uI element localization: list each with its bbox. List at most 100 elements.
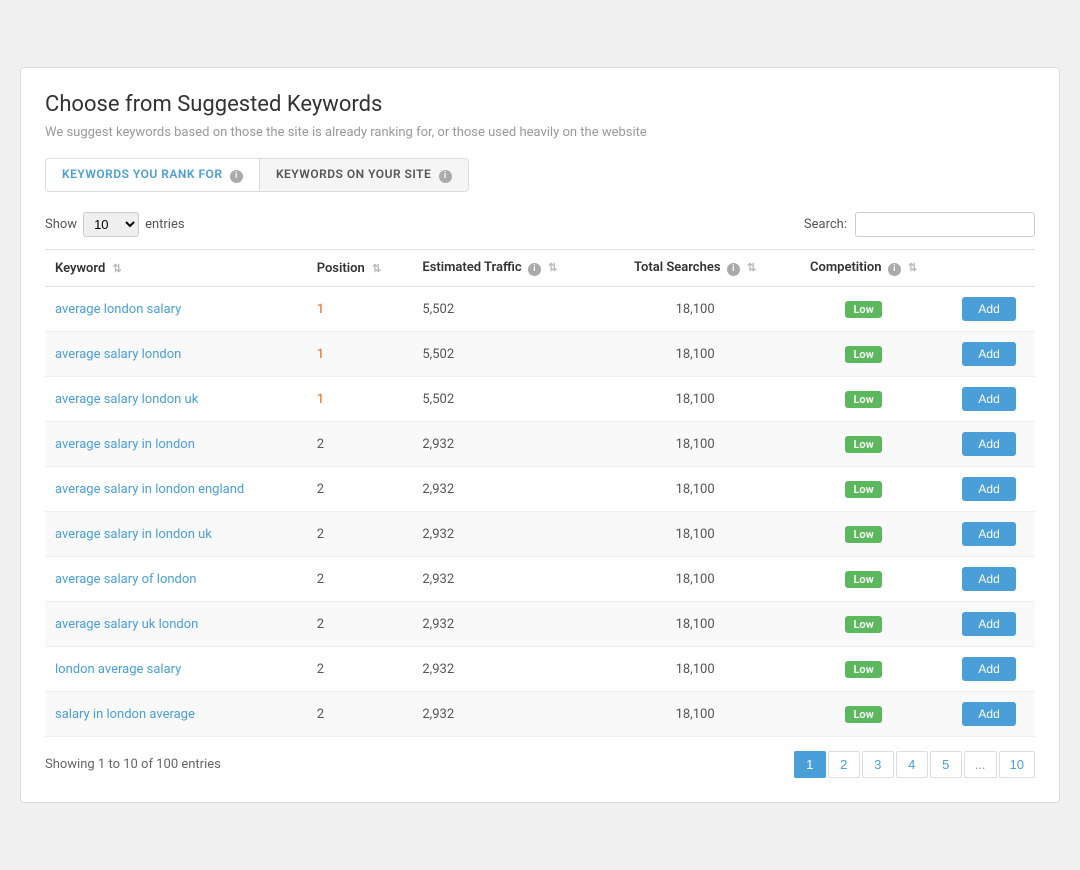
traffic-info-icon[interactable]: i xyxy=(528,263,541,276)
sort-competition-icon[interactable]: ⇅ xyxy=(908,261,917,274)
searches-info-icon[interactable]: i xyxy=(727,263,740,276)
cell-traffic: 2,932 xyxy=(412,422,606,467)
cell-competition: Low xyxy=(784,287,943,332)
sort-keyword-icon[interactable]: ⇅ xyxy=(113,262,122,275)
competition-badge: Low xyxy=(845,571,881,588)
tab-keywords-site[interactable]: KEYWORDS ON YOUR SITE i xyxy=(259,158,469,192)
add-button[interactable]: Add xyxy=(962,567,1015,591)
cell-competition: Low xyxy=(784,377,943,422)
cell-traffic: 2,932 xyxy=(412,602,606,647)
cell-searches: 18,100 xyxy=(606,287,784,332)
page-btn-1[interactable]: 1 xyxy=(794,751,826,778)
cell-competition: Low xyxy=(784,602,943,647)
col-header-competition: Competition i ⇅ xyxy=(784,250,943,287)
table-row: london average salary 2 2,932 18,100 Low… xyxy=(45,647,1035,692)
keywords-table: Keyword ⇅ Position ⇅ Estimated Traffic i… xyxy=(45,249,1035,737)
cell-position: 2 xyxy=(307,692,413,737)
cell-keyword: average salary london uk xyxy=(45,377,307,422)
cell-searches: 18,100 xyxy=(606,332,784,377)
cell-traffic: 5,502 xyxy=(412,287,606,332)
table-header-row: Keyword ⇅ Position ⇅ Estimated Traffic i… xyxy=(45,250,1035,287)
sort-traffic-icon[interactable]: ⇅ xyxy=(548,261,557,274)
page-btn-3[interactable]: 3 xyxy=(862,751,894,778)
sort-position-icon[interactable]: ⇅ xyxy=(372,262,381,275)
show-entries-control: Show 10 25 50 100 entries xyxy=(45,212,185,237)
table-row: average salary in london uk 2 2,932 18,1… xyxy=(45,512,1035,557)
cell-keyword: average salary in london uk xyxy=(45,512,307,557)
cell-position: 2 xyxy=(307,557,413,602)
tab-site-info-icon[interactable]: i xyxy=(439,170,452,183)
competition-badge: Low xyxy=(845,526,881,543)
cell-keyword: salary in london average xyxy=(45,692,307,737)
search-input[interactable] xyxy=(855,212,1035,237)
add-button[interactable]: Add xyxy=(962,522,1015,546)
sort-searches-icon[interactable]: ⇅ xyxy=(747,261,756,274)
page-subtitle: We suggest keywords based on those the s… xyxy=(45,125,1035,140)
cell-competition: Low xyxy=(784,647,943,692)
cell-action: Add xyxy=(943,422,1035,467)
cell-competition: Low xyxy=(784,512,943,557)
col-header-searches: Total Searches i ⇅ xyxy=(606,250,784,287)
page-btn-5[interactable]: 5 xyxy=(930,751,962,778)
cell-traffic: 2,932 xyxy=(412,647,606,692)
controls-row: Show 10 25 50 100 entries Search: xyxy=(45,212,1035,237)
cell-competition: Low xyxy=(784,467,943,512)
cell-traffic: 2,932 xyxy=(412,512,606,557)
cell-position: 1 xyxy=(307,377,413,422)
add-button[interactable]: Add xyxy=(962,657,1015,681)
cell-action: Add xyxy=(943,647,1035,692)
tab-rank-info-icon[interactable]: i xyxy=(230,170,243,183)
competition-badge: Low xyxy=(845,346,881,363)
cell-searches: 18,100 xyxy=(606,602,784,647)
table-row: average salary of london 2 2,932 18,100 … xyxy=(45,557,1035,602)
cell-competition: Low xyxy=(784,332,943,377)
add-button[interactable]: Add xyxy=(962,387,1015,411)
cell-action: Add xyxy=(943,602,1035,647)
add-button[interactable]: Add xyxy=(962,612,1015,636)
cell-keyword: average salary uk london xyxy=(45,602,307,647)
pagination-dots: ... xyxy=(964,751,997,778)
cell-traffic: 5,502 xyxy=(412,332,606,377)
table-row: average salary london 1 5,502 18,100 Low… xyxy=(45,332,1035,377)
cell-position: 1 xyxy=(307,332,413,377)
add-button[interactable]: Add xyxy=(962,342,1015,366)
cell-action: Add xyxy=(943,512,1035,557)
cell-traffic: 2,932 xyxy=(412,557,606,602)
add-button[interactable]: Add xyxy=(962,702,1015,726)
cell-keyword: average salary in london england xyxy=(45,467,307,512)
add-button[interactable]: Add xyxy=(962,477,1015,501)
cell-traffic: 5,502 xyxy=(412,377,606,422)
competition-badge: Low xyxy=(845,481,881,498)
competition-badge: Low xyxy=(845,436,881,453)
col-header-position: Position ⇅ xyxy=(307,250,413,287)
add-button[interactable]: Add xyxy=(962,297,1015,321)
cell-searches: 18,100 xyxy=(606,422,784,467)
col-header-action xyxy=(943,250,1035,287)
competition-badge: Low xyxy=(845,706,881,723)
cell-competition: Low xyxy=(784,692,943,737)
cell-position: 2 xyxy=(307,467,413,512)
table-row: average salary london uk 1 5,502 18,100 … xyxy=(45,377,1035,422)
cell-searches: 18,100 xyxy=(606,467,784,512)
cell-position: 2 xyxy=(307,647,413,692)
page-btn-2[interactable]: 2 xyxy=(828,751,860,778)
competition-badge: Low xyxy=(845,661,881,678)
add-button[interactable]: Add xyxy=(962,432,1015,456)
col-header-keyword: Keyword ⇅ xyxy=(45,250,307,287)
cell-searches: 18,100 xyxy=(606,692,784,737)
cell-action: Add xyxy=(943,692,1035,737)
cell-position: 1 xyxy=(307,287,413,332)
tab-keywords-rank[interactable]: KEYWORDS YOU RANK FOR i xyxy=(45,158,259,192)
page-btn-4[interactable]: 4 xyxy=(896,751,928,778)
cell-keyword: average salary in london xyxy=(45,422,307,467)
competition-info-icon[interactable]: i xyxy=(888,263,901,276)
cell-keyword: london average salary xyxy=(45,647,307,692)
table-row: average salary in london england 2 2,932… xyxy=(45,467,1035,512)
cell-searches: 18,100 xyxy=(606,512,784,557)
page-title: Choose from Suggested Keywords xyxy=(45,92,1035,117)
cell-position: 2 xyxy=(307,512,413,557)
entries-select[interactable]: 10 25 50 100 xyxy=(83,212,139,237)
page-btn-10[interactable]: 10 xyxy=(999,751,1035,778)
cell-keyword: average london salary xyxy=(45,287,307,332)
table-row: salary in london average 2 2,932 18,100 … xyxy=(45,692,1035,737)
